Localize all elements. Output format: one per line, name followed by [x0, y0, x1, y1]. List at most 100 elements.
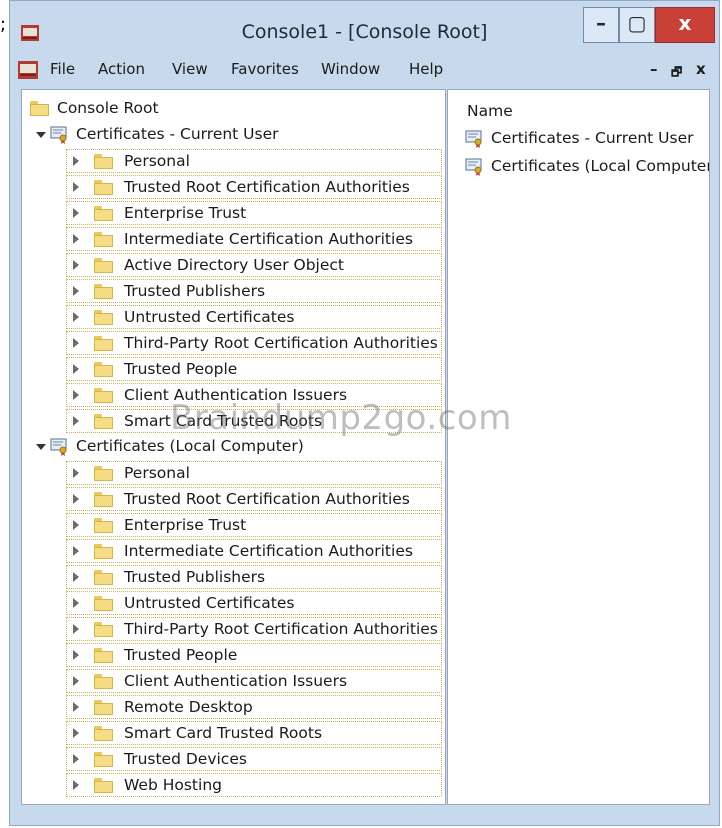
menu-favorites[interactable]: Favorites	[231, 60, 299, 78]
tree-folder-label: Personal	[124, 152, 190, 170]
tree-folder-node[interactable]: Third-Party Root Certification Authoriti…	[66, 617, 442, 641]
console-tree-pane[interactable]: Console Root Certificates - Current User P…	[21, 89, 446, 805]
close-button[interactable]: x	[655, 7, 715, 43]
menu-view[interactable]: View	[172, 60, 208, 78]
collapsed-arrow-icon[interactable]	[73, 338, 79, 348]
tree-folder-node[interactable]: Trusted Publishers	[66, 279, 442, 303]
tree-folder-node[interactable]: Enterprise Trust	[66, 513, 442, 537]
tree-store-node[interactable]: Certificates - Current User	[30, 123, 430, 147]
folder-icon	[94, 596, 113, 611]
tree-store-node[interactable]: Certificates (Local Computer)	[30, 435, 430, 459]
tree-folder-label: Smart Card Trusted Roots	[124, 412, 323, 430]
collapsed-arrow-icon[interactable]	[73, 728, 79, 738]
tree-folder-node[interactable]: Client Authentication Issuers	[66, 383, 442, 407]
collapsed-arrow-icon[interactable]	[73, 182, 79, 192]
tree-folder-node[interactable]: Trusted Root Certification Authorities	[66, 487, 442, 511]
collapsed-arrow-icon[interactable]	[73, 156, 79, 166]
tree-folder-label: Trusted Root Certification Authorities	[124, 490, 410, 508]
collapsed-arrow-icon[interactable]	[73, 364, 79, 374]
child-minimize-button[interactable]: –	[650, 60, 658, 78]
tree-folder-node[interactable]: Client Authentication Issuers	[66, 669, 442, 693]
tree-folder-node[interactable]: Active Directory User Object	[66, 253, 442, 277]
tree-folder-label: Client Authentication Issuers	[124, 672, 348, 690]
collapsed-arrow-icon[interactable]	[73, 494, 79, 504]
folder-icon	[94, 180, 113, 195]
tree-folder-label: Intermediate Certification Authorities	[124, 230, 413, 248]
tree-folder-node[interactable]: Trusted Root Certification Authorities	[66, 175, 442, 199]
results-pane[interactable]: Name Certificates - Current User Certifi…	[447, 89, 710, 805]
child-restore-button[interactable]: 🗗	[671, 63, 682, 84]
collapsed-arrow-icon[interactable]	[73, 312, 79, 322]
stray-semicolon: ;	[0, 14, 7, 35]
list-item-label: Certificates (Local Computer)	[491, 157, 710, 175]
menu-file[interactable]: File	[50, 60, 75, 78]
folder-icon	[94, 674, 113, 689]
list-item-label: Certificates - Current User	[491, 129, 694, 147]
tree-folder-node[interactable]: Trusted People	[66, 357, 442, 381]
tree-root-label: Console Root	[57, 99, 159, 117]
certificate-store-icon	[465, 130, 482, 148]
tree-root[interactable]: Console Root	[30, 97, 180, 121]
tree-folder-node[interactable]: Trusted Publishers	[66, 565, 442, 589]
collapsed-arrow-icon[interactable]	[73, 416, 79, 426]
collapsed-arrow-icon[interactable]	[73, 520, 79, 530]
folder-icon	[94, 232, 113, 247]
tree-store-label: Certificates (Local Computer)	[76, 437, 304, 455]
tree-folder-label: Trusted People	[124, 646, 238, 664]
expand-arrow-icon[interactable]	[36, 132, 46, 138]
mmc-menu-icon[interactable]	[18, 61, 38, 79]
collapsed-arrow-icon[interactable]	[73, 676, 79, 686]
folder-icon	[94, 310, 113, 325]
tree-folder-label: Trusted Root Certification Authorities	[124, 178, 410, 196]
tree-folder-node[interactable]: Intermediate Certification Authorities	[66, 227, 442, 251]
folder-icon	[94, 778, 113, 793]
tree-folder-node[interactable]: Untrusted Certificates	[66, 591, 442, 615]
collapsed-arrow-icon[interactable]	[73, 572, 79, 582]
menu-window[interactable]: Window	[321, 60, 380, 78]
collapsed-arrow-icon[interactable]	[73, 702, 79, 712]
child-close-button[interactable]: x	[696, 60, 706, 78]
tree-folder-label: Web Hosting	[124, 776, 222, 794]
tree-folder-label: Trusted Devices	[124, 750, 247, 768]
tree-folder-label: Trusted People	[124, 360, 238, 378]
collapsed-arrow-icon[interactable]	[73, 208, 79, 218]
tree-folder-node[interactable]: Personal	[66, 149, 442, 173]
tree-folder-label: Intermediate Certification Authorities	[124, 542, 413, 560]
tree-folder-node[interactable]: Intermediate Certification Authorities	[66, 539, 442, 563]
tree-folder-label: Third-Party Root Certification Authoriti…	[124, 620, 438, 638]
expand-arrow-icon[interactable]	[36, 444, 46, 450]
tree-folder-node[interactable]: Trusted People	[66, 643, 442, 667]
tree-folder-node[interactable]: Personal	[66, 461, 442, 485]
tree-folder-node[interactable]: Trusted Devices	[66, 747, 442, 771]
collapsed-arrow-icon[interactable]	[73, 286, 79, 296]
collapsed-arrow-icon[interactable]	[73, 390, 79, 400]
tree-folder-node[interactable]: Enterprise Trust	[66, 201, 442, 225]
tree-folder-node[interactable]: Smart Card Trusted Roots	[66, 409, 442, 433]
collapsed-arrow-icon[interactable]	[73, 234, 79, 244]
title-bar[interactable]: Console1 - [Console Root] – ▢ x	[10, 1, 719, 57]
collapsed-arrow-icon[interactable]	[73, 546, 79, 556]
menu-help[interactable]: Help	[409, 60, 443, 78]
tree-folder-node[interactable]: Third-Party Root Certification Authoriti…	[66, 331, 442, 355]
certificate-store-icon	[50, 126, 67, 144]
tree-folder-node[interactable]: Remote Desktop	[66, 695, 442, 719]
name-column-header[interactable]: Name	[467, 102, 513, 120]
tree-folder-node[interactable]: Untrusted Certificates	[66, 305, 442, 329]
collapsed-arrow-icon[interactable]	[73, 780, 79, 790]
collapsed-arrow-icon[interactable]	[73, 260, 79, 270]
maximize-button[interactable]: ▢	[619, 7, 655, 43]
collapsed-arrow-icon[interactable]	[73, 754, 79, 764]
tree-folder-node[interactable]: Web Hosting	[66, 773, 442, 797]
collapsed-arrow-icon[interactable]	[73, 468, 79, 478]
collapsed-arrow-icon[interactable]	[73, 650, 79, 660]
minimize-button[interactable]: –	[583, 7, 619, 43]
folder-icon	[94, 414, 113, 429]
menu-action[interactable]: Action	[98, 60, 145, 78]
folder-icon	[94, 362, 113, 377]
certificate-store-icon	[465, 158, 482, 176]
collapsed-arrow-icon[interactable]	[73, 598, 79, 608]
tree-folder-node[interactable]: Smart Card Trusted Roots	[66, 721, 442, 745]
folder-icon	[94, 700, 113, 715]
collapsed-arrow-icon[interactable]	[73, 624, 79, 634]
folder-icon	[94, 518, 113, 533]
